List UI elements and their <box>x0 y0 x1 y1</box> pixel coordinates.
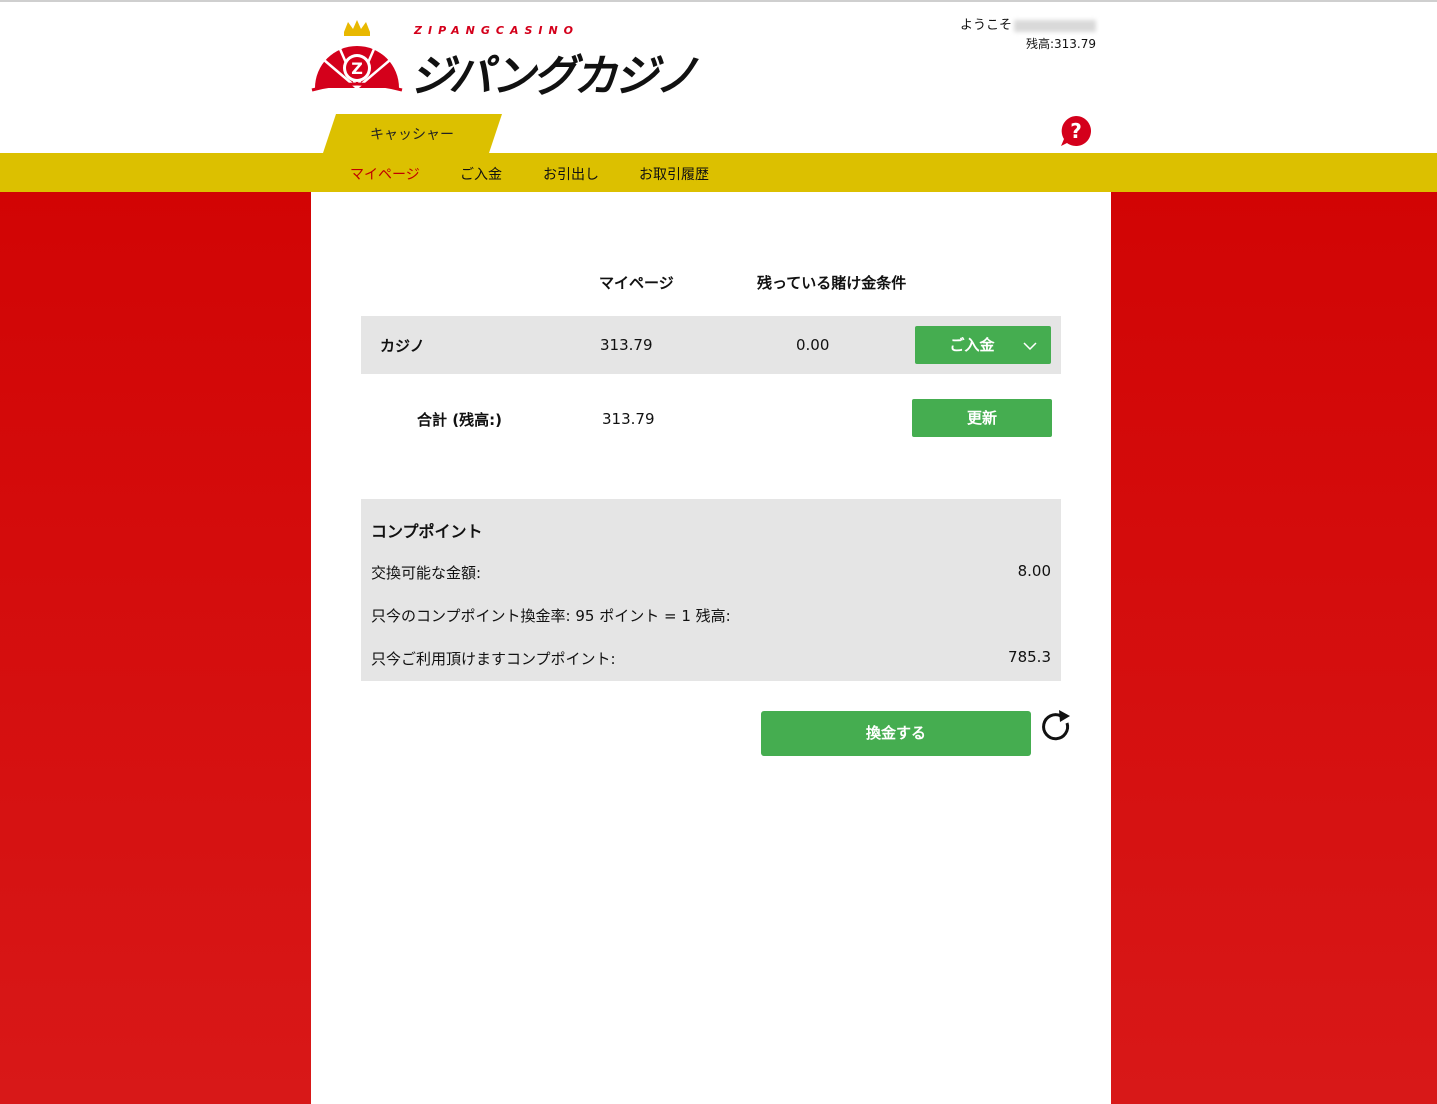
main-content: マイページ 残っている賭け金条件 カジノ 313.79 0.00 ご入金 合計 … <box>311 192 1111 1104</box>
welcome-label: ようこそ <box>959 18 1012 33</box>
comp-rate-row: 只今のコンプポイント換金率: 95 ポイント = 1 残高: <box>371 605 1051 626</box>
total-value: 313.79 <box>602 410 655 428</box>
casino-balance: 313.79 <box>600 336 653 354</box>
chevron-down-icon <box>1023 342 1037 350</box>
comp-available-value: 785.3 <box>1008 648 1051 666</box>
comp-exchangeable-value: 8.00 <box>1017 562 1051 580</box>
column-header-mypage: マイページ <box>599 274 674 292</box>
casino-label: カジノ <box>380 337 425 355</box>
help-icon[interactable]: ? <box>1059 114 1093 148</box>
comp-available-label: 只今ご利用頂けますコンプポイント: <box>371 650 616 668</box>
logo-english: ZIPANGCASINO <box>414 24 580 37</box>
comp-points-panel: コンプポイント 交換可能な金額: 8.00 只今のコンプポイント換金率: 95 … <box>361 499 1061 681</box>
refresh-icon[interactable] <box>1040 710 1074 744</box>
logo-japanese: ジパングカジノ <box>410 51 699 102</box>
site-logo[interactable]: Z ZIPANGCASINO ジパングカジノ <box>310 20 700 102</box>
casino-wagering: 0.00 <box>796 336 830 354</box>
comp-exchangeable-row: 交換可能な金額: 8.00 <box>371 562 1051 583</box>
balance-label: 残高: <box>1025 37 1054 51</box>
deposit-dropdown-button[interactable]: ご入金 <box>915 326 1051 364</box>
tab-cashier[interactable]: キャッシャー <box>322 114 502 156</box>
comp-exchangeable-label: 交換可能な金額: <box>371 564 482 582</box>
nav-deposit[interactable]: ご入金 <box>460 164 502 184</box>
crown-icon <box>344 20 370 36</box>
header: Z ZIPANGCASINO ジパングカジノ ようこそ 残高:313.79 キャ… <box>0 2 1437 156</box>
nav-withdraw[interactable]: お引出し <box>543 164 599 184</box>
svg-text:Z: Z <box>351 59 363 78</box>
comp-title: コンプポイント <box>371 522 483 541</box>
exchange-button[interactable]: 換金する <box>761 711 1031 756</box>
welcome-panel: ようこそ 残高:313.79 <box>900 16 1096 54</box>
total-label: 合計 (残高:) <box>417 411 502 429</box>
column-header-wagering: 残っている賭け金条件 <box>757 274 907 292</box>
svg-text:?: ? <box>1070 119 1082 143</box>
update-button[interactable]: 更新 <box>912 399 1052 437</box>
comp-available-row: 只今ご利用頂けますコンプポイント: 785.3 <box>371 648 1051 669</box>
deposit-button-label: ご入金 <box>949 336 995 354</box>
tab-cashier-label: キャッシャー <box>370 127 454 143</box>
username-redacted <box>1014 19 1096 32</box>
balance-value: 313.79 <box>1054 37 1096 51</box>
nav-history[interactable]: お取引履歴 <box>639 164 709 184</box>
table-row-casino: カジノ 313.79 0.00 ご入金 <box>361 316 1061 374</box>
comp-rate-label: 只今のコンプポイント換金率: 95 ポイント = 1 残高: <box>371 607 731 625</box>
nav-mypage[interactable]: マイページ <box>350 164 420 184</box>
navbar: マイページ ご入金 お引出し お取引履歴 <box>0 153 1437 192</box>
